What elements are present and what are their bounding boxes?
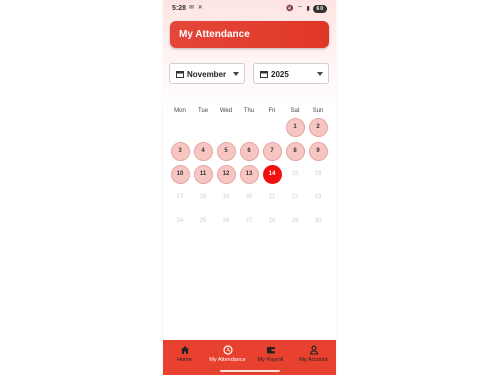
calendar-day[interactable]: 5 xyxy=(216,141,236,161)
year-select[interactable]: 2025 xyxy=(253,63,329,84)
calendar-day[interactable]: 1 xyxy=(285,117,305,137)
nav-label-attendance: My Attendance xyxy=(209,357,246,363)
chevron-down-icon xyxy=(317,72,323,76)
calendar-day[interactable]: 24 xyxy=(171,212,190,231)
home-icon xyxy=(180,346,189,354)
nav-item-account[interactable]: My Account xyxy=(292,345,335,363)
calendar-day[interactable]: 2 xyxy=(308,117,328,137)
calendar-day[interactable]: 25 xyxy=(194,212,213,231)
month-value: November xyxy=(187,70,227,79)
gesture-handle[interactable] xyxy=(220,370,280,372)
calendar-day[interactable]: 28 xyxy=(263,212,282,231)
chevron-down-icon xyxy=(233,72,239,76)
calendar-day[interactable]: 26 xyxy=(217,212,236,231)
weekday-label: Sat xyxy=(290,108,300,114)
page-header: My Attendance xyxy=(170,21,329,48)
page-title: My Attendance xyxy=(179,29,250,40)
calendar-day[interactable]: 3 xyxy=(170,141,190,161)
battery-icon: 60 xyxy=(313,5,327,13)
weekday-label: Wed xyxy=(219,108,233,114)
calendar-day[interactable]: 20 xyxy=(240,188,259,207)
status-time: 5:28 xyxy=(172,5,187,12)
year-value: 2025 xyxy=(271,70,289,79)
notification-icons: ✉ ✕ xyxy=(189,5,204,11)
calendar-day-today[interactable]: 14 xyxy=(262,164,282,184)
calendar-day[interactable]: 9 xyxy=(308,141,328,161)
calendar-day[interactable]: 18 xyxy=(194,188,213,207)
nav-label-payroll: My Payroll xyxy=(257,357,284,363)
clock-icon xyxy=(222,345,233,355)
calendar-day[interactable]: 22 xyxy=(286,188,305,207)
calendar-day[interactable]: 15 xyxy=(286,165,305,184)
calendar-day[interactable]: 10 xyxy=(170,164,190,184)
nav-item-home[interactable]: Home xyxy=(163,345,206,363)
calendar-day[interactable]: 29 xyxy=(286,212,305,231)
calendar-day[interactable]: 7 xyxy=(262,141,282,161)
signal-icons: 🔇 ⌔ ▮ xyxy=(286,6,311,12)
weekday-label: Tue xyxy=(197,108,209,114)
weekday-label: Mon xyxy=(174,108,186,114)
calendar-day[interactable]: 8 xyxy=(285,141,305,161)
wallet-icon xyxy=(266,347,275,354)
calendar-day[interactable]: 12 xyxy=(216,164,236,184)
calendar-day[interactable]: 19 xyxy=(217,188,236,207)
nav-label-home: Home xyxy=(177,357,192,363)
nav-label-account: My Account xyxy=(299,357,328,363)
calendar-day[interactable]: 23 xyxy=(309,188,328,207)
calendar-day[interactable]: 11 xyxy=(193,164,213,184)
nav-item-payroll[interactable]: My Payroll xyxy=(249,345,292,363)
weekday-label: Sun xyxy=(312,108,324,114)
weekday-label: Fri xyxy=(268,108,276,114)
calendar-day[interactable]: 16 xyxy=(309,165,328,184)
person-icon xyxy=(309,345,318,355)
calendar-day[interactable]: 6 xyxy=(239,141,259,161)
calendar-day[interactable]: 4 xyxy=(193,141,213,161)
calendar-icon xyxy=(176,71,184,78)
calendar-icon xyxy=(260,71,268,78)
calendar-day[interactable]: 13 xyxy=(239,164,259,184)
calendar-day[interactable]: 30 xyxy=(309,212,328,231)
system-icons: 🔇 ⌔ ▮ 60 xyxy=(286,4,327,13)
bottom-nav: Home My Attendance My Payroll My Account xyxy=(163,340,336,375)
month-select[interactable]: November xyxy=(169,63,245,84)
calendar-day[interactable]: 27 xyxy=(240,212,259,231)
status-bar: 5:28 ✉ ✕ 🔇 ⌔ ▮ 60 xyxy=(163,0,336,18)
calendar-day[interactable]: 21 xyxy=(263,188,282,207)
phone-screen: 5:28 ✉ ✕ 🔇 ⌔ ▮ 60 My Attendance November… xyxy=(163,0,336,375)
weekday-label: Thu xyxy=(243,108,255,114)
calendar-day[interactable]: 17 xyxy=(171,188,190,207)
nav-item-attendance[interactable]: My Attendance xyxy=(206,345,249,363)
